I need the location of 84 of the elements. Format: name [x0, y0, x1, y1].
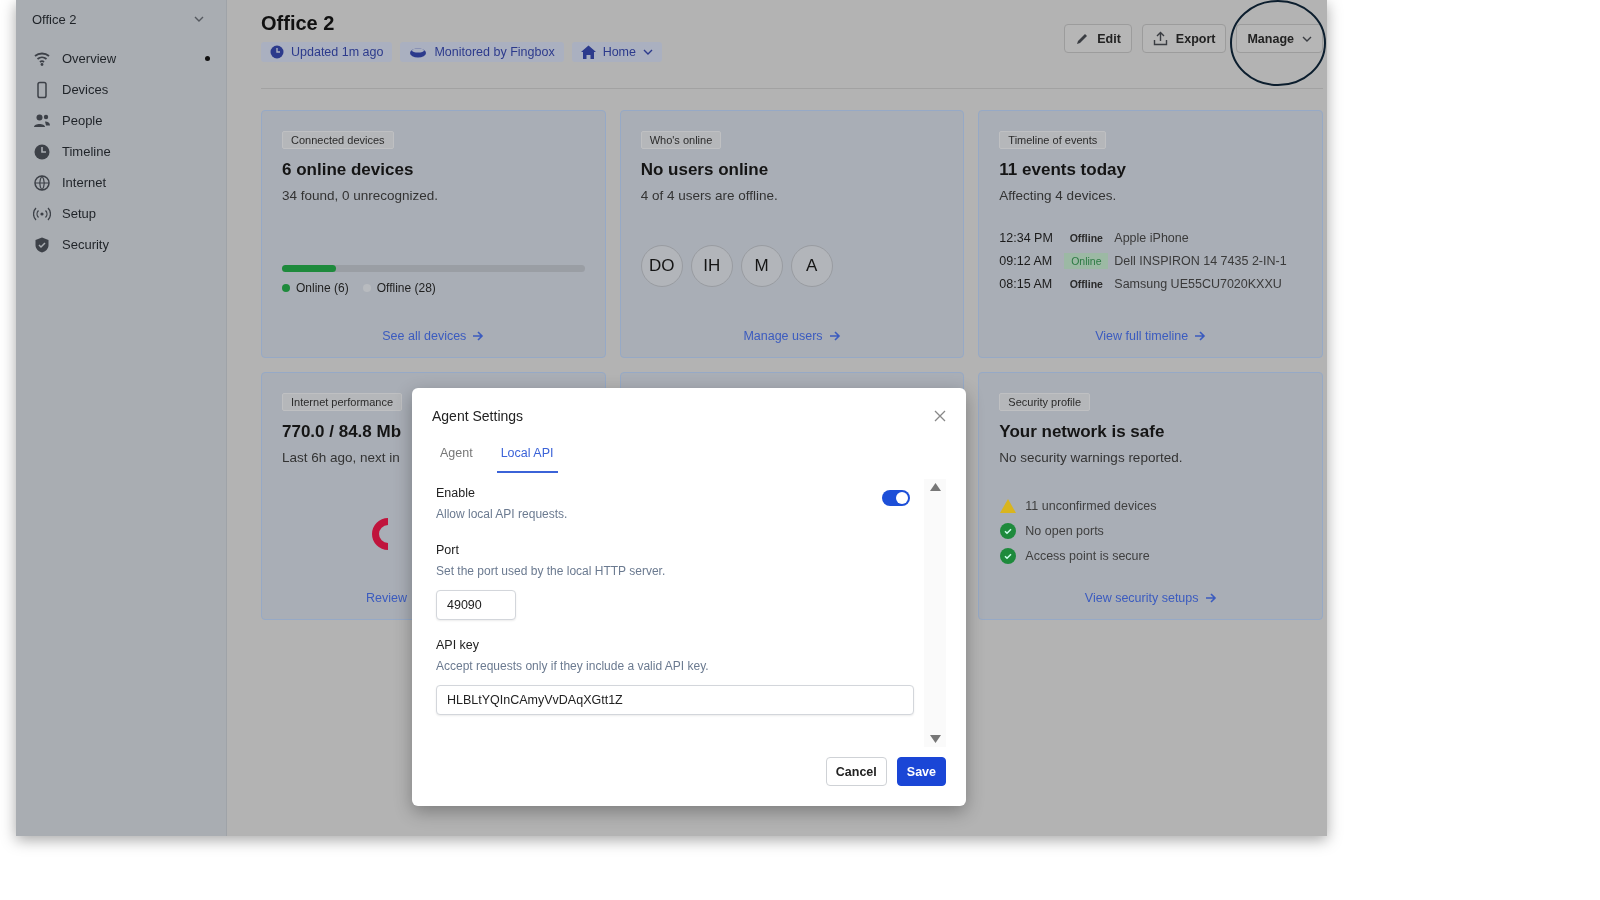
sidebar-item[interactable]: Devices — [32, 74, 212, 105]
info-chip: Updated 1m ago — [261, 42, 393, 62]
user-avatar[interactable]: IH — [690, 245, 733, 287]
scrollbar[interactable] — [924, 479, 946, 747]
card-tag: Who's online — [640, 131, 722, 149]
check-icon — [999, 523, 1018, 539]
card-subtitle: 34 found, 0 unrecognized. — [282, 188, 439, 203]
workspace-name[interactable]: Office 2 — [32, 11, 77, 27]
check-icon — [999, 548, 1018, 564]
status-tag: Offline — [1064, 230, 1109, 246]
arrow-right-icon — [828, 331, 841, 341]
card-title: No users online — [640, 160, 770, 180]
toggle-switch[interactable] — [882, 490, 910, 506]
warning-icon — [999, 498, 1018, 514]
shield-icon — [33, 235, 51, 254]
status-tag: Offline — [1064, 276, 1109, 292]
toolbar-button[interactable]: Manage — [1236, 24, 1323, 53]
device-name: Samsung UE55CU7020KXXU — [1114, 277, 1282, 291]
clock-icon — [270, 45, 284, 59]
clock-icon — [33, 142, 51, 161]
status-tag: Online — [1064, 253, 1109, 269]
chevron-down-icon — [1302, 35, 1312, 42]
arrow-right-icon — [1194, 331, 1207, 341]
sidebar-item[interactable]: Internet — [32, 167, 212, 198]
card-subtitle: Affecting 4 devices. — [999, 188, 1117, 203]
event-time: 09:12 AM — [999, 254, 1054, 268]
globe-icon — [33, 173, 51, 192]
card-tag: Security profile — [999, 393, 1091, 411]
device-name: Dell INSPIRON 14 7435 2-IN-1 — [1114, 254, 1287, 268]
dialog-tab[interactable]: Local API — [496, 442, 558, 473]
sidebar-item[interactable]: Setup — [32, 198, 212, 229]
security-check: Access point is secure — [1025, 549, 1150, 563]
card-tag: Timeline of events — [999, 131, 1107, 149]
field-hint: Set the port used by the local HTTP server. — [436, 564, 667, 578]
card-title: 11 events today — [999, 160, 1127, 180]
event-time: 08:15 AM — [999, 277, 1054, 291]
dialog-tab[interactable]: Agent — [436, 442, 477, 473]
field-hint: Accept requests only if they include a valid API key. — [436, 659, 710, 673]
scroll-down-icon[interactable] — [929, 735, 941, 743]
user-avatar[interactable]: DO — [640, 245, 683, 287]
pencil-icon — [1075, 31, 1090, 46]
text-field[interactable]: 49090 — [436, 590, 516, 620]
card-subtitle: No security warnings reported. — [999, 450, 1183, 465]
device-icon — [409, 46, 428, 58]
dialog-title: Agent Settings — [432, 408, 524, 424]
dialog-button[interactable]: Cancel — [825, 757, 887, 786]
info-chip[interactable]: Home — [571, 42, 662, 62]
sidebar-item[interactable]: Timeline — [32, 136, 212, 167]
info-chip: Monitored by Fingbox — [400, 42, 564, 62]
upload-icon — [1152, 31, 1168, 46]
toolbar-button[interactable]: Export — [1141, 24, 1227, 53]
field-hint: Allow local API requests. — [436, 507, 568, 521]
card-title: 770.0 / 84.8 Mb — [282, 422, 403, 442]
card-title: 6 online devices — [282, 160, 415, 180]
close-icon[interactable] — [934, 410, 946, 422]
field-label: Enable — [436, 486, 476, 500]
card-tag: Internet performance — [282, 393, 403, 411]
sidebar-item[interactable]: Overview — [32, 43, 212, 74]
event-time: 12:34 PM — [999, 231, 1054, 245]
home-icon — [580, 45, 596, 59]
user-avatar[interactable]: M — [740, 245, 783, 287]
text-field[interactable]: HLBLtYQInCAmyVvDAqXGtt1Z — [436, 685, 914, 715]
page-title: Office 2 — [261, 11, 336, 36]
field-label: Port — [436, 543, 460, 557]
field-label: API key — [436, 638, 481, 652]
toolbar-button[interactable]: Edit — [1064, 24, 1132, 53]
sidebar-item[interactable]: Security — [32, 229, 212, 260]
card-title: Your network is safe — [999, 422, 1166, 442]
card-subtitle: Last 6h ago, next in — [282, 450, 400, 465]
card-subtitle: 4 of 4 users are offline. — [640, 188, 778, 203]
dialog-button[interactable]: Save — [896, 757, 946, 786]
device-name: Apple iPhone — [1114, 231, 1189, 245]
arrow-right-icon — [472, 331, 485, 341]
user-avatar[interactable]: A — [790, 245, 833, 287]
card-tag: Connected devices — [282, 131, 394, 149]
chevron-down-icon — [194, 16, 204, 22]
security-check: 11 unconfirmed devices — [1025, 499, 1157, 513]
legend-label: Offline (28) — [376, 281, 436, 295]
sidebar-item[interactable]: People — [32, 105, 212, 136]
arrow-right-icon — [1204, 593, 1217, 603]
chevron-down-icon — [643, 49, 653, 55]
legend-label: Online (6) — [296, 281, 349, 295]
security-check: No open ports — [1025, 524, 1104, 538]
scroll-up-icon[interactable] — [929, 483, 941, 491]
